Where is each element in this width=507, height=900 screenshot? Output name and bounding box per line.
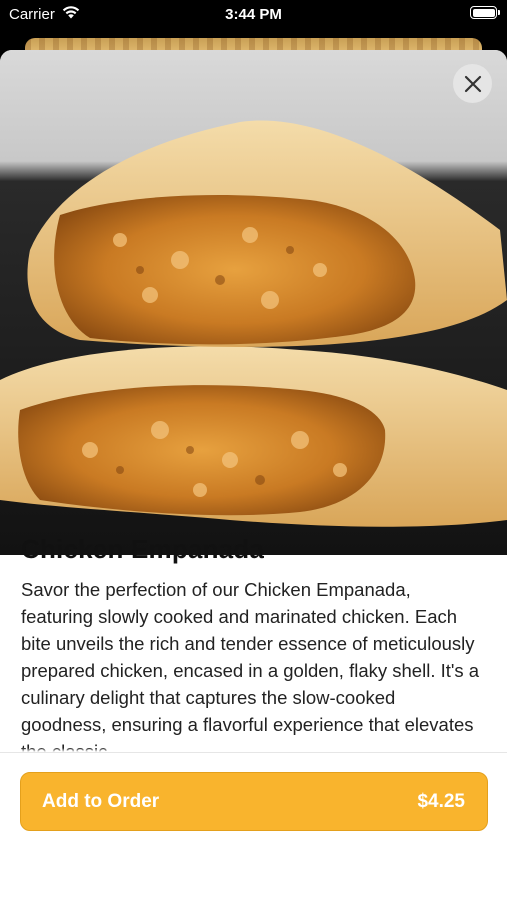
close-button[interactable] xyxy=(453,64,492,103)
item-image xyxy=(0,50,507,555)
item-title: Chicken Empanada xyxy=(21,534,265,564)
add-to-order-label: Add to Order xyxy=(42,790,160,812)
divider xyxy=(0,752,507,753)
status-time: 3:44 PM xyxy=(225,6,282,23)
screen: Carrier 3:44 PM Chicken Empanada Savor t… xyxy=(0,0,507,900)
status-bar: Carrier 3:44 PM xyxy=(0,0,507,30)
item-description: Savor the perfection of our Chicken Empa… xyxy=(21,579,480,752)
battery-icon xyxy=(470,6,500,19)
close-icon xyxy=(464,75,481,92)
price-label: $4.25 xyxy=(417,790,465,812)
item-details: Chicken Empanada Savor the perfection of… xyxy=(21,532,491,752)
add-to-order-button[interactable]: Add to Order $4.25 xyxy=(20,772,488,831)
